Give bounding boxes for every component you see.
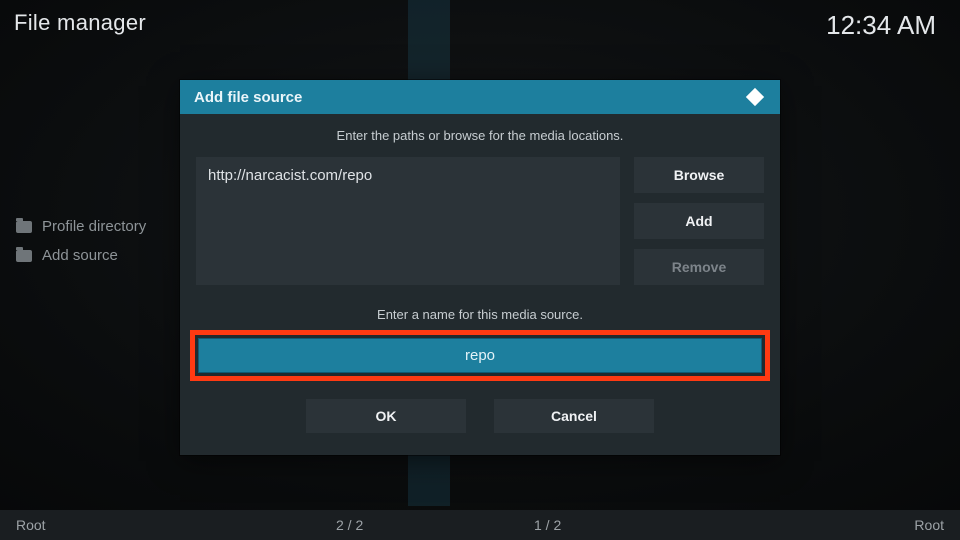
footer-bar: Root 2 / 2 1 / 2 Root xyxy=(0,510,960,540)
remove-path-button: Remove xyxy=(634,249,764,285)
kodi-logo-icon xyxy=(744,86,766,108)
add-path-button[interactable]: Add xyxy=(634,203,764,239)
sidebar-item-label: Add source xyxy=(42,247,118,264)
name-input-highlight xyxy=(190,330,770,381)
footer-left-count: 2 / 2 xyxy=(336,517,506,533)
top-bar: File manager 12:34 AM xyxy=(0,10,950,50)
paths-input[interactable]: http://narcacist.com/repo xyxy=(196,157,620,285)
folder-icon xyxy=(16,250,32,262)
dialog-header: Add file source xyxy=(180,80,780,114)
footer-left-root: Root xyxy=(16,517,336,533)
source-name-input[interactable] xyxy=(198,338,762,373)
page-title: File manager xyxy=(14,10,146,36)
folder-icon xyxy=(16,221,32,233)
add-file-source-dialog: Add file source Enter the paths or brows… xyxy=(180,80,780,455)
cancel-button[interactable]: Cancel xyxy=(494,399,654,433)
ok-button[interactable]: OK xyxy=(306,399,466,433)
paths-hint: Enter the paths or browse for the media … xyxy=(196,128,764,143)
sidebar-item-label: Profile directory xyxy=(42,218,146,235)
footer-right-root: Root xyxy=(864,517,944,533)
browse-button[interactable]: Browse xyxy=(634,157,764,193)
path-value: http://narcacist.com/repo xyxy=(208,167,372,184)
dialog-title: Add file source xyxy=(194,89,302,106)
clock: 12:34 AM xyxy=(826,10,936,41)
footer-right-count: 1 / 2 xyxy=(506,517,864,533)
name-hint: Enter a name for this media source. xyxy=(196,307,764,322)
